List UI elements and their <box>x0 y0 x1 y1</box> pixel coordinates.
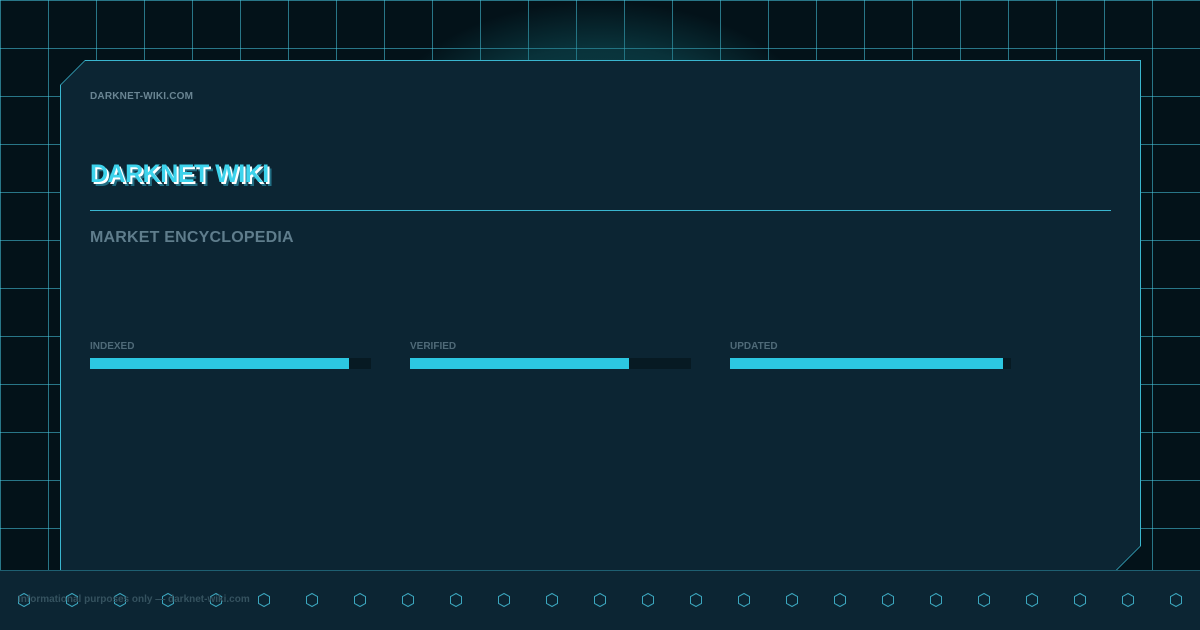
stat-progress-track <box>730 358 1011 369</box>
hexagon-icon <box>1122 592 1134 608</box>
hexagon-icon <box>450 592 462 608</box>
hexagon-icon <box>834 592 846 608</box>
page-subtitle: MARKET ENCYCLOPEDIA <box>90 229 294 246</box>
footer-disclaimer: Informational purposes only — darknet-wi… <box>18 594 250 605</box>
hexagon-icon <box>1074 592 1086 608</box>
stat-verified: VERIFIED <box>410 341 691 369</box>
stat-progress-track <box>90 358 371 369</box>
stat-progress-fill <box>90 358 349 369</box>
hexagon-icon <box>690 592 702 608</box>
hexagon-icon <box>1026 592 1038 608</box>
hexagon-icon <box>402 592 414 608</box>
stat-progress-fill <box>730 358 1003 369</box>
hexagon-icon <box>546 592 558 608</box>
hexagon-icon <box>498 592 510 608</box>
card-panel <box>61 61 1140 570</box>
hexagon-icon <box>306 592 318 608</box>
title-divider <box>90 210 1111 211</box>
og-banner: DARKNET-WIKI.COM DARKNET WIKI MARKET ENC… <box>0 0 1200 630</box>
hexagon-icon <box>1170 592 1182 608</box>
stat-indexed: INDEXED <box>90 341 371 369</box>
hexagon-icon <box>786 592 798 608</box>
stat-progress-fill <box>410 358 630 369</box>
page-title: DARKNET WIKI <box>90 160 269 188</box>
footer-bar: Informational purposes only — darknet-wi… <box>0 570 1200 630</box>
stat-progress-track <box>410 358 691 369</box>
hexagon-icon <box>258 592 270 608</box>
hexagon-icon <box>978 592 990 608</box>
hexagon-icon <box>354 592 366 608</box>
hexagon-icon <box>594 592 606 608</box>
hexagon-icon <box>642 592 654 608</box>
stat-label: VERIFIED <box>410 341 457 352</box>
stat-updated: UPDATED <box>730 341 1011 369</box>
hexagon-icon <box>930 592 942 608</box>
stat-label: UPDATED <box>730 341 778 352</box>
stat-label: INDEXED <box>90 341 135 352</box>
hexagon-icon <box>882 592 894 608</box>
site-domain: DARKNET-WIKI.COM <box>90 91 194 102</box>
hexagon-icon <box>738 592 750 608</box>
